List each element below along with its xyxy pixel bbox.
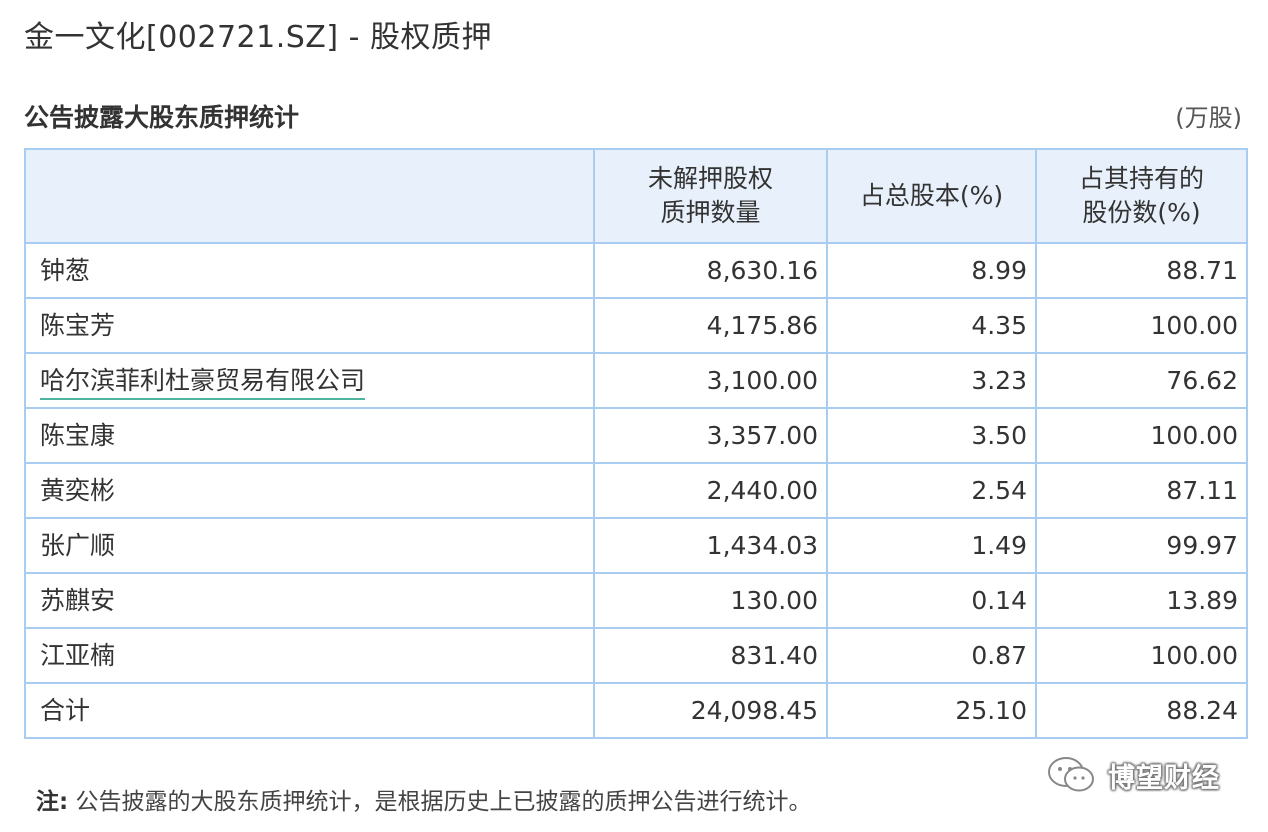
footnote-label: 注: (36, 789, 69, 815)
cell-shareholder-name: 张广顺 (24, 517, 595, 574)
header-pct-held-shares: 占其持有的 股份数(%) (1035, 148, 1248, 244)
cell-pledged-quantity: 8,630.16 (593, 242, 828, 299)
table-row: 苏麒安 130.00 0.14 13.89 (24, 572, 1248, 629)
cell-shareholder-name: 钟葱 (24, 242, 595, 299)
cell-pct-total-shares: 0.14 (826, 572, 1037, 629)
table-row: 张广顺 1,434.03 1.49 99.97 (24, 517, 1248, 574)
pledge-table: 未解押股权 质押数量 占总股本(%) 占其持有的 股份数(%) 钟葱 8,630.16… (24, 148, 1248, 739)
page-title: 金一文化[002721.SZ] - 股权质押 (24, 20, 492, 55)
cell-shareholder-name: 苏麒安 (24, 572, 595, 629)
watermark-text: 博望财经 (1108, 762, 1220, 794)
cell-pct-held-shares: 88.24 (1035, 682, 1248, 739)
cell-shareholder-name: 黄奕彬 (24, 462, 595, 519)
cell-pct-held-shares: 87.11 (1035, 462, 1248, 519)
table-row: 陈宝康 3,357.00 3.50 100.00 (24, 407, 1248, 464)
cell-pct-total-shares: 25.10 (826, 682, 1037, 739)
cell-pledged-quantity: 3,100.00 (593, 352, 828, 409)
cell-pledged-quantity: 831.40 (593, 627, 828, 684)
unit-label: (万股) (1175, 104, 1242, 132)
table-row: 江亚楠 831.40 0.87 100.00 (24, 627, 1248, 684)
cell-pledged-quantity: 130.00 (593, 572, 828, 629)
header-pledged-quantity: 未解押股权 质押数量 (593, 148, 828, 244)
cell-pct-total-shares: 3.50 (826, 407, 1037, 464)
cell-shareholder-name: 合计 (24, 682, 595, 739)
cell-pct-total-shares: 3.23 (826, 352, 1037, 409)
cell-pledged-quantity: 4,175.86 (593, 297, 828, 354)
cell-pledged-quantity: 3,357.00 (593, 407, 828, 464)
cell-pledged-quantity: 24,098.45 (593, 682, 828, 739)
cell-pledged-quantity: 1,434.03 (593, 517, 828, 574)
cell-pct-held-shares: 100.00 (1035, 297, 1248, 354)
footnote: 注: 公告披露的大股东质押统计，是根据历史上已披露的质押公告进行统计。 (36, 782, 812, 822)
shareholder-link[interactable]: 哈尔滨菲利杜豪贸易有限公司 (40, 366, 366, 400)
table-row: 陈宝芳 4,175.86 4.35 100.00 (24, 297, 1248, 354)
cell-shareholder-name: 江亚楠 (24, 627, 595, 684)
footnote-text: 公告披露的大股东质押统计，是根据历史上已披露的质押公告进行统计。 (75, 789, 812, 815)
cell-pct-held-shares: 76.62 (1035, 352, 1248, 409)
header-shareholder (24, 148, 595, 244)
cell-pct-total-shares: 8.99 (826, 242, 1037, 299)
table-header-row: 未解押股权 质押数量 占总股本(%) 占其持有的 股份数(%) (24, 148, 1248, 244)
cell-shareholder-name: 陈宝芳 (24, 297, 595, 354)
cell-pct-held-shares: 100.00 (1035, 407, 1248, 464)
table-row: 合计 24,098.45 25.10 88.24 (24, 682, 1248, 739)
header-pct-total-shares: 占总股本(%) (826, 148, 1037, 244)
cell-shareholder-name[interactable]: 哈尔滨菲利杜豪贸易有限公司 (24, 352, 595, 409)
cell-pledged-quantity: 2,440.00 (593, 462, 828, 519)
cell-pct-held-shares: 13.89 (1035, 572, 1248, 629)
cell-pct-held-shares: 88.71 (1035, 242, 1248, 299)
cell-pct-total-shares: 2.54 (826, 462, 1037, 519)
table-row: 哈尔滨菲利杜豪贸易有限公司 3,100.00 3.23 76.62 (24, 352, 1248, 409)
wechat-icon (1046, 755, 1098, 795)
cell-shareholder-name: 陈宝康 (24, 407, 595, 464)
table-row: 黄奕彬 2,440.00 2.54 87.11 (24, 462, 1248, 519)
cell-pct-held-shares: 99.97 (1035, 517, 1248, 574)
table-row: 钟葱 8,630.16 8.99 88.71 (24, 242, 1248, 299)
cell-pct-total-shares: 4.35 (826, 297, 1037, 354)
watermark: 博望财经 (1046, 752, 1220, 798)
cell-pct-held-shares: 100.00 (1035, 627, 1248, 684)
cell-pct-total-shares: 1.49 (826, 517, 1037, 574)
pledge-table-container: 未解押股权 质押数量 占总股本(%) 占其持有的 股份数(%) 钟葱 8,630.16… (24, 148, 1248, 739)
cell-pct-total-shares: 0.87 (826, 627, 1037, 684)
section-title: 公告披露大股东质押统计 (24, 103, 300, 132)
